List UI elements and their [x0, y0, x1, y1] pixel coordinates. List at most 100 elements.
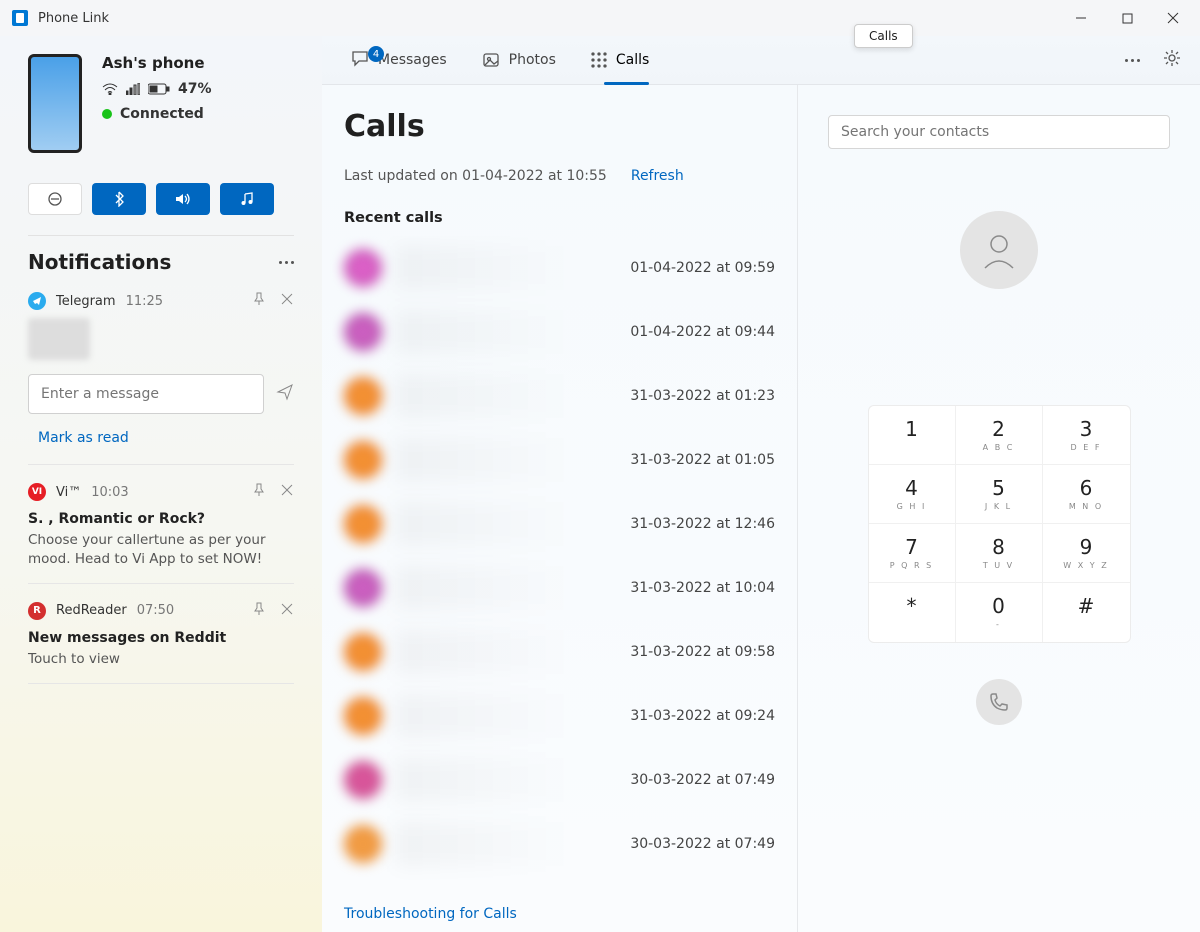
notif-app: Vi™: [56, 485, 81, 500]
battery-percent: 47%: [178, 81, 212, 97]
key-hash[interactable]: #: [1043, 583, 1130, 642]
overflow-button[interactable]: [1125, 59, 1140, 62]
wifi-icon: [102, 83, 118, 95]
key-4[interactable]: 4G H I: [869, 465, 956, 524]
call-row[interactable]: 31-03-2022 at 01:05: [322, 428, 797, 492]
call-row[interactable]: 31-03-2022 at 01:23: [322, 364, 797, 428]
avatar-blurred: [344, 441, 382, 479]
more-icon[interactable]: [279, 261, 294, 264]
caller-blurred: [396, 374, 616, 418]
caller-blurred: [396, 758, 616, 802]
avatar-blurred: [344, 697, 382, 735]
call-time: 01-04-2022 at 09:44: [630, 324, 775, 340]
call-time: 30-03-2022 at 07:49: [630, 772, 775, 788]
tab-label: Messages: [378, 52, 447, 68]
signal-icon: [126, 83, 140, 95]
key-3[interactable]: 3D E F: [1043, 406, 1130, 465]
call-row[interactable]: 30-03-2022 at 07:49: [322, 812, 797, 876]
device-thumbnail[interactable]: [28, 54, 82, 153]
call-row[interactable]: 31-03-2022 at 09:24: [322, 684, 797, 748]
call-button[interactable]: [976, 679, 1022, 725]
caller-blurred: [396, 822, 616, 866]
tab-label: Calls: [616, 52, 649, 68]
app-title: Phone Link: [38, 11, 109, 26]
key-0[interactable]: 0-: [956, 583, 1043, 642]
tab-label: Photos: [509, 52, 556, 68]
key-2[interactable]: 2A B C: [956, 406, 1043, 465]
connected-dot-icon: [102, 109, 112, 119]
key-6[interactable]: 6M N O: [1043, 465, 1130, 524]
call-time: 31-03-2022 at 01:23: [630, 388, 775, 404]
reply-input[interactable]: [28, 374, 264, 414]
key-9[interactable]: 9W X Y Z: [1043, 524, 1130, 583]
notification-item[interactable]: VI Vi™ 10:03 S. , Romantic or Rock? Choo…: [28, 483, 294, 584]
caller-blurred: [396, 630, 616, 674]
avatar-blurred: [344, 633, 382, 671]
pin-icon[interactable]: [252, 292, 266, 310]
tab-photos[interactable]: Photos: [467, 44, 570, 76]
minimize-button[interactable]: [1058, 2, 1104, 34]
last-updated: Last updated on 01-04-2022 at 10:55: [344, 168, 607, 184]
call-time: 31-03-2022 at 12:46: [630, 516, 775, 532]
tab-messages[interactable]: 4 Messages: [336, 42, 461, 78]
device-name: Ash's phone: [102, 54, 212, 72]
avatar-blurred: [344, 505, 382, 543]
key-1[interactable]: 1: [869, 406, 956, 465]
quick-actions: [28, 183, 294, 215]
troubleshoot-link[interactable]: Troubleshooting for Calls: [322, 900, 797, 932]
bluetooth-button[interactable]: [92, 183, 146, 215]
tabs-row: Calls 4 Messages Photos Calls: [322, 36, 1200, 85]
maximize-button[interactable]: [1104, 2, 1150, 34]
recent-calls-header: Recent calls: [344, 210, 775, 226]
call-row[interactable]: 31-03-2022 at 09:58: [322, 620, 797, 684]
key-7[interactable]: 7P Q R S: [869, 524, 956, 583]
notification-item[interactable]: Telegram 11:25 Mark as read: [28, 292, 294, 465]
dismiss-icon[interactable]: [280, 602, 294, 620]
notif-time: 07:50: [137, 603, 174, 618]
key-5[interactable]: 5J K L: [956, 465, 1043, 524]
notif-time: 11:25: [126, 294, 163, 309]
settings-button[interactable]: [1162, 48, 1182, 72]
tab-calls[interactable]: Calls: [576, 45, 663, 75]
call-row[interactable]: 01-04-2022 at 09:59: [322, 236, 797, 300]
dismiss-icon[interactable]: [280, 292, 294, 310]
call-row[interactable]: 01-04-2022 at 09:44: [322, 300, 797, 364]
connection-row: Connected: [102, 106, 212, 122]
messages-badge: 4: [368, 46, 384, 62]
avatar-blurred: [344, 249, 382, 287]
notification-item[interactable]: R RedReader 07:50 New messages on Reddit…: [28, 602, 294, 684]
music-button[interactable]: [220, 183, 274, 215]
notif-app: RedReader: [56, 603, 127, 618]
dismiss-icon[interactable]: [280, 483, 294, 501]
pin-icon[interactable]: [252, 602, 266, 620]
notif-app: Telegram: [56, 294, 116, 309]
close-button[interactable]: [1150, 2, 1196, 34]
calls-heading: Calls: [344, 109, 775, 144]
refresh-link[interactable]: Refresh: [631, 168, 684, 184]
titlebar: Phone Link: [0, 0, 1200, 36]
vi-icon: VI: [28, 483, 46, 501]
volume-button[interactable]: [156, 183, 210, 215]
connection-label: Connected: [120, 106, 204, 122]
dialer-column: 1 2A B C 3D E F 4G H I 5J K L 6M N O 7P …: [798, 85, 1200, 932]
recent-calls-list[interactable]: 01-04-2022 at 09:59 01-04-2022 at 09:44 …: [322, 236, 797, 900]
caller-blurred: [396, 310, 616, 354]
call-row[interactable]: 31-03-2022 at 12:46: [322, 492, 797, 556]
send-icon[interactable]: [276, 383, 294, 405]
pin-icon[interactable]: [252, 483, 266, 501]
notif-title: New messages on Reddit: [28, 630, 294, 646]
dnd-button[interactable]: [28, 183, 82, 215]
key-8[interactable]: 8T U V: [956, 524, 1043, 583]
call-row[interactable]: 30-03-2022 at 07:49: [322, 748, 797, 812]
key-star[interactable]: *: [869, 583, 956, 642]
notif-time: 10:03: [91, 485, 128, 500]
mark-read-link[interactable]: Mark as read: [38, 430, 294, 446]
caller-blurred: [396, 694, 616, 738]
search-contacts-input[interactable]: [828, 115, 1170, 149]
call-row[interactable]: 31-03-2022 at 10:04: [322, 556, 797, 620]
call-time: 31-03-2022 at 01:05: [630, 452, 775, 468]
sidebar: Ash's phone 47% Connected Notific: [0, 36, 322, 932]
avatar-blurred: [344, 313, 382, 351]
dial-pad: 1 2A B C 3D E F 4G H I 5J K L 6M N O 7P …: [868, 405, 1131, 643]
avatar-blurred: [344, 825, 382, 863]
